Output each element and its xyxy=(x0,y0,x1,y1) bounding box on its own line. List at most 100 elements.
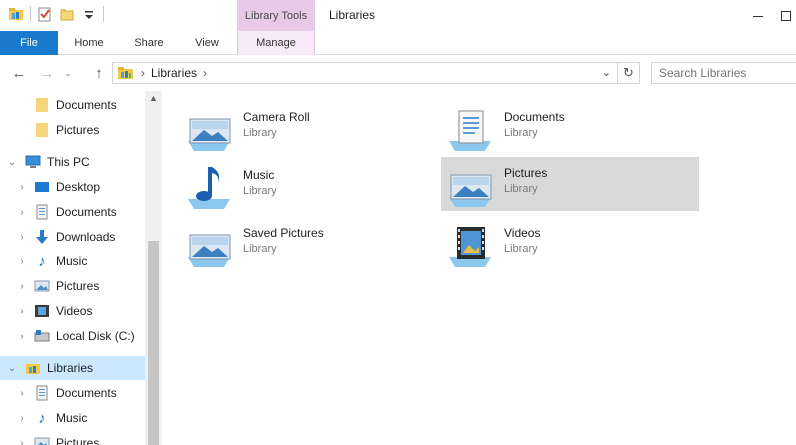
library-item-documents[interactable]: Documents Library xyxy=(445,101,703,155)
library-name: Saved Pictures xyxy=(243,226,324,240)
documents-library-icon xyxy=(449,110,491,151)
address-dropdown-icon[interactable]: ⌄ xyxy=(602,66,611,79)
expand-right-icon[interactable]: › xyxy=(16,256,28,267)
library-name: Music xyxy=(243,168,275,182)
library-type: Library xyxy=(504,243,538,255)
window-title: Libraries xyxy=(329,8,376,22)
nav-item-libraries-music[interactable]: › ♪ Music xyxy=(0,406,145,430)
arrow-up-icon: ↑ xyxy=(95,64,103,82)
nav-item-desktop[interactable]: › Desktop xyxy=(0,175,145,199)
expand-right-icon[interactable]: › xyxy=(16,306,28,317)
breadcrumb[interactable]: Libraries xyxy=(151,66,197,80)
recent-locations-button[interactable]: ⌄ xyxy=(62,64,74,82)
documents-icon xyxy=(34,204,50,220)
download-icon xyxy=(34,229,50,245)
nav-item-videos[interactable]: › Videos xyxy=(0,299,145,323)
library-item-saved-pictures[interactable]: Saved Pictures Library xyxy=(184,217,442,271)
libraries-icon xyxy=(117,65,135,81)
expand-right-icon[interactable]: › xyxy=(16,232,28,243)
breadcrumb-chevron-icon[interactable]: › xyxy=(141,66,145,80)
documents-icon xyxy=(34,385,50,401)
expand-right-icon[interactable]: › xyxy=(16,331,28,342)
title-bar: Library Tools Libraries xyxy=(0,0,796,31)
expand-right-icon[interactable]: › xyxy=(16,413,28,424)
desktop-icon xyxy=(34,179,50,195)
library-type: Library xyxy=(243,127,277,139)
maximize-icon xyxy=(780,10,791,21)
music-icon: ♪ xyxy=(38,409,46,427)
music-icon: ♪ xyxy=(38,252,46,270)
expand-right-icon[interactable]: › xyxy=(16,281,28,292)
library-type: Library xyxy=(243,185,277,197)
nav-item-this-pc[interactable]: ⌄ This PC xyxy=(0,150,145,174)
tab-file[interactable]: File xyxy=(0,31,58,55)
address-bar[interactable]: › Libraries › ⌄ xyxy=(112,62,618,84)
forward-button[interactable]: → xyxy=(38,64,56,82)
videos-icon xyxy=(34,303,50,319)
nav-pane-scrollbar[interactable]: ▲ xyxy=(145,91,162,445)
pictures-icon xyxy=(34,278,50,294)
new-folder-icon[interactable] xyxy=(59,6,75,22)
tab-share[interactable]: Share xyxy=(124,31,174,55)
arrow-left-icon: ← xyxy=(11,64,27,82)
refresh-icon: ↻ xyxy=(623,65,634,80)
music-library-icon xyxy=(188,167,230,209)
library-name: Documents xyxy=(504,110,565,124)
customize-qat-icon[interactable] xyxy=(81,6,97,22)
search-input[interactable] xyxy=(651,62,796,84)
library-item-music[interactable]: Music Library xyxy=(184,159,442,213)
tab-manage[interactable]: Manage xyxy=(237,31,315,55)
maximize-button[interactable] xyxy=(775,0,796,31)
library-name: Camera Roll xyxy=(243,110,310,124)
expand-right-icon[interactable]: › xyxy=(16,207,28,218)
navigation-pane: Documents Pictures ⌄ This PC › Desktop ›… xyxy=(0,91,162,445)
navigation-bar: ← → ⌄ ↑ › Libraries › ⌄ ↻ xyxy=(0,55,796,91)
library-tools-context-header: Library Tools xyxy=(237,0,315,31)
nav-item-music[interactable]: › ♪ Music xyxy=(0,249,145,273)
expand-right-icon[interactable]: › xyxy=(16,388,28,399)
expand-down-icon[interactable]: ⌄ xyxy=(6,363,18,374)
arrow-right-icon: → xyxy=(39,64,55,82)
tab-view[interactable]: View xyxy=(184,31,230,55)
tab-home[interactable]: Home xyxy=(66,31,112,55)
library-name: Pictures xyxy=(504,166,548,180)
toolbar-divider xyxy=(30,6,31,22)
file-list: Camera Roll Library Documents Library Mu… xyxy=(162,91,796,445)
nav-item-pictures[interactable]: › Pictures xyxy=(0,274,145,298)
nav-item-quick-documents[interactable]: Documents xyxy=(0,93,145,117)
properties-icon[interactable] xyxy=(37,6,53,22)
expand-right-icon[interactable]: › xyxy=(16,438,28,445)
scroll-up-icon[interactable]: ▲ xyxy=(145,93,162,103)
library-type: Library xyxy=(243,243,277,255)
drive-icon xyxy=(34,328,50,344)
nav-item-local-disk-c[interactable]: › Local Disk (C:) xyxy=(0,324,145,348)
nav-item-quick-pictures[interactable]: Pictures xyxy=(0,118,145,142)
breadcrumb-chevron-icon[interactable]: › xyxy=(203,66,207,80)
minimize-button[interactable] xyxy=(741,0,775,31)
library-item-pictures[interactable]: Pictures Library xyxy=(441,157,699,211)
nav-item-libraries-pictures[interactable]: › Pictures xyxy=(0,431,145,445)
nav-item-libraries[interactable]: ⌄ Libraries xyxy=(0,356,145,380)
back-button[interactable]: ← xyxy=(10,64,28,82)
pictures-icon xyxy=(34,435,50,445)
nav-item-documents[interactable]: › Documents xyxy=(0,200,145,224)
expand-down-icon[interactable]: ⌄ xyxy=(6,157,18,168)
folder-icon xyxy=(34,122,50,138)
libraries-folder-icon[interactable] xyxy=(8,6,24,22)
library-name: Videos xyxy=(504,226,541,240)
library-type: Library xyxy=(504,183,538,195)
libraries-icon xyxy=(25,360,41,376)
chevron-down-icon: ⌄ xyxy=(64,67,72,78)
folder-icon xyxy=(34,97,50,113)
ribbon-tabs: File Home Share View Manage xyxy=(0,31,796,55)
library-item-camera-roll[interactable]: Camera Roll Library xyxy=(184,101,442,155)
computer-icon xyxy=(25,154,41,170)
expand-right-icon[interactable]: › xyxy=(16,182,28,193)
library-item-videos[interactable]: Videos Library xyxy=(445,217,703,271)
nav-item-downloads[interactable]: › Downloads xyxy=(0,225,145,249)
up-button[interactable]: ↑ xyxy=(90,64,108,82)
toolbar-divider xyxy=(103,6,104,22)
refresh-button[interactable]: ↻ xyxy=(618,62,640,84)
scrollbar-thumb[interactable] xyxy=(148,241,159,445)
nav-item-libraries-documents[interactable]: › Documents xyxy=(0,381,145,405)
